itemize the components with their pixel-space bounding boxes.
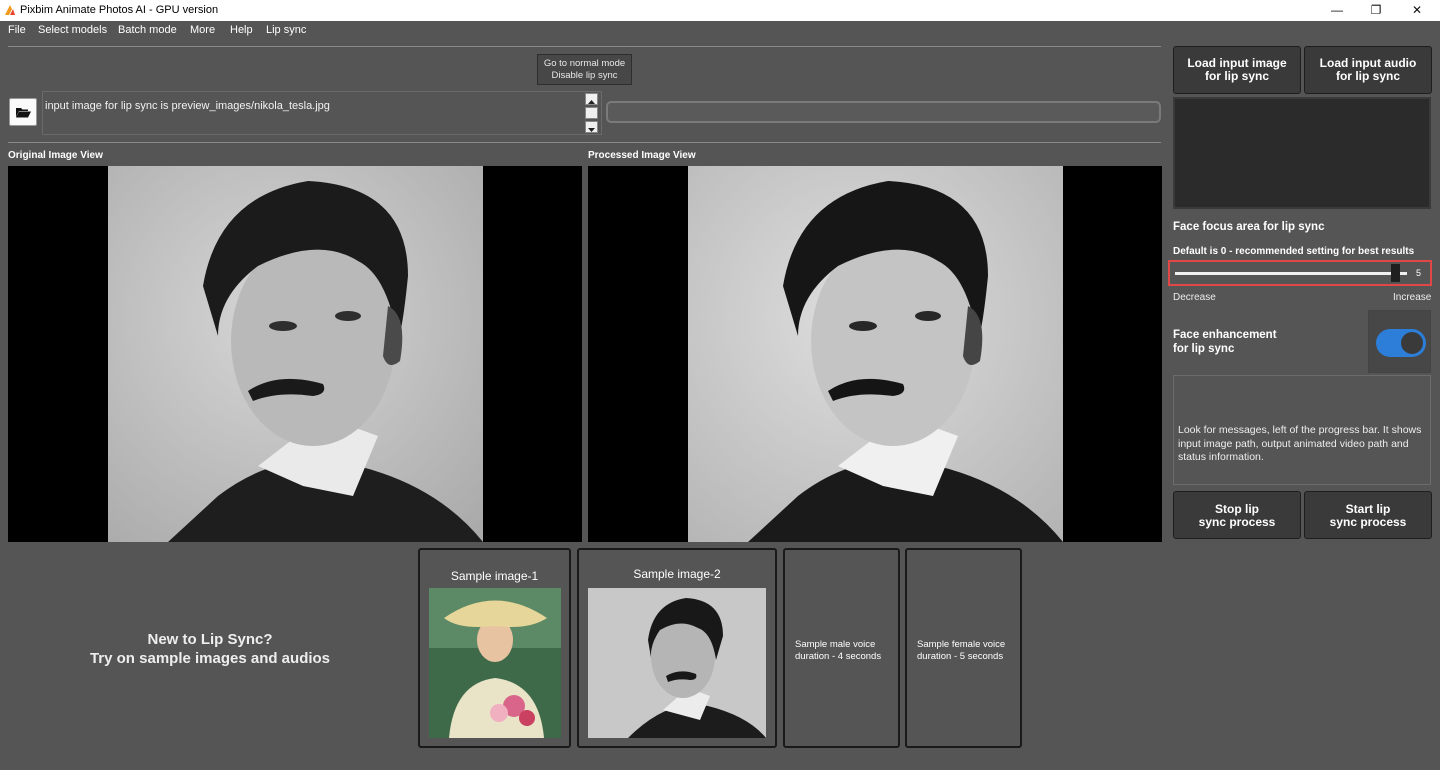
- lip-sync-intro: New to Lip Sync? Try on sample images an…: [60, 630, 360, 668]
- sample-image-2-label: Sample image-2: [633, 567, 721, 581]
- original-portrait-image: [108, 166, 483, 542]
- face-focus-slider[interactable]: 5: [1168, 260, 1432, 286]
- face-enhancement-toggle[interactable]: [1376, 329, 1426, 357]
- normal-mode-label: Go to normal mode: [543, 58, 626, 69]
- scroll-up-button[interactable]: [585, 93, 598, 105]
- toggle-knob: [1401, 332, 1423, 354]
- message-area: input image for lip sync is preview_imag…: [42, 91, 602, 135]
- increase-label: Increase: [1393, 292, 1432, 303]
- face-enhancement-toggle-wrapper: [1368, 310, 1431, 373]
- arrow-up-icon: [588, 100, 595, 104]
- menu-lip-sync[interactable]: Lip sync: [266, 24, 306, 36]
- face-enhancement-title: Face enhancement: [1173, 329, 1277, 341]
- default-setting-note: Default is 0 - recommended setting for b…: [1173, 246, 1415, 257]
- start-lip-sync-button[interactable]: Start lip sync process: [1304, 491, 1432, 539]
- scroll-thumb[interactable]: [585, 107, 598, 119]
- processed-portrait-image: [688, 166, 1063, 542]
- menu-more[interactable]: More: [190, 24, 215, 36]
- window-title: Pixbim Animate Photos AI - GPU version: [20, 4, 219, 16]
- app-logo-icon: [5, 5, 15, 15]
- sample-male-voice-card[interactable]: Sample male voice duration - 4 seconds: [783, 548, 900, 748]
- load-input-audio-button[interactable]: Load input audio for lip sync: [1304, 46, 1432, 94]
- stop-lip-sync-button[interactable]: Stop lip sync process: [1173, 491, 1301, 539]
- message-text: input image for lip sync is preview_imag…: [45, 100, 330, 112]
- sample-image-1-card[interactable]: Sample image-1: [418, 548, 571, 748]
- load-input-image-button[interactable]: Load input image for lip sync: [1173, 46, 1301, 94]
- original-image-view: [8, 166, 582, 542]
- menu-batch-mode[interactable]: Batch mode: [118, 24, 177, 36]
- male-voice-duration: duration - 4 seconds: [795, 651, 882, 662]
- title-bar: Pixbim Animate Photos AI - GPU version —…: [0, 0, 1440, 21]
- intro-subheading: Try on sample images and audios: [89, 650, 331, 667]
- sample-male-voice-label: Sample male voice duration - 4 seconds: [795, 639, 881, 663]
- male-voice-title: Sample male voice: [795, 639, 876, 650]
- intro-heading: New to Lip Sync?: [147, 631, 273, 648]
- decrease-label: Decrease: [1173, 292, 1216, 303]
- female-voice-duration: duration - 5 seconds: [917, 651, 1004, 662]
- load-image-sublabel: for lip sync: [1204, 69, 1269, 83]
- sample-image-2-thumbnail: [588, 588, 766, 738]
- menu-help[interactable]: Help: [230, 24, 253, 36]
- sample-image-1-thumbnail: [429, 588, 561, 738]
- folder-open-icon: [16, 108, 31, 118]
- progress-bar: [606, 101, 1161, 123]
- menu-bar: File Select models Batch mode More Help …: [0, 21, 1440, 40]
- audio-preview-panel: [1173, 97, 1431, 209]
- menu-select-models[interactable]: Select models: [38, 24, 107, 36]
- info-text: Look for messages, left of the progress …: [1178, 424, 1422, 463]
- disable-lip-sync-label: Disable lip sync: [551, 70, 618, 81]
- load-audio-sublabel: for lip sync: [1335, 69, 1400, 83]
- face-focus-label: Face focus area for lip sync: [1173, 221, 1325, 233]
- sample-image-1-label: Sample image-1: [450, 569, 539, 583]
- female-voice-title: Sample female voice: [917, 639, 1006, 650]
- arrow-down-icon: [588, 128, 595, 132]
- face-enhancement-subtitle: for lip sync: [1173, 343, 1235, 355]
- slider-value: 5: [1416, 268, 1422, 278]
- stop-sublabel: sync process: [1198, 515, 1276, 529]
- info-panel: Look for messages, left of the progress …: [1173, 375, 1431, 485]
- start-sublabel: sync process: [1329, 515, 1407, 529]
- sample-image-2-card[interactable]: Sample image-2: [577, 548, 777, 748]
- close-button[interactable]: ✕: [1394, 0, 1440, 21]
- top-divider: [8, 46, 1161, 47]
- restore-button[interactable]: ❐: [1353, 0, 1399, 21]
- processed-image-view: [588, 166, 1162, 542]
- open-folder-button[interactable]: [9, 98, 37, 126]
- mid-divider: [8, 142, 1161, 143]
- processed-view-label: Processed Image View: [588, 150, 696, 161]
- menu-file[interactable]: File: [8, 24, 26, 36]
- sample-female-voice-card[interactable]: Sample female voice duration - 5 seconds: [905, 548, 1022, 748]
- slider-track: [1175, 272, 1407, 275]
- slider-thumb[interactable]: [1391, 264, 1401, 282]
- sample-female-voice-label: Sample female voice duration - 5 seconds: [917, 639, 1005, 663]
- normal-mode-button[interactable]: Go to normal mode Disable lip sync: [537, 54, 632, 85]
- original-view-label: Original Image View: [8, 150, 103, 161]
- scroll-down-button[interactable]: [585, 121, 598, 133]
- face-enhancement-label: Face enhancement for lip sync: [1173, 328, 1277, 356]
